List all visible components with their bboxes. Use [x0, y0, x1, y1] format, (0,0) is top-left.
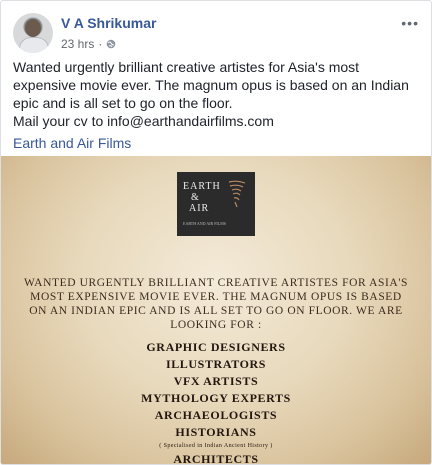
role-item: VFX artists — [173, 374, 259, 388]
post-contact: Mail your cv to info@earthandairfilms.co… — [13, 113, 274, 129]
post-meta: 23 hrs · — [61, 37, 116, 51]
globe-icon[interactable] — [106, 39, 116, 49]
avatar-face — [25, 19, 41, 37]
poster-roles-list: Graphic designers Illustrators VFX artis… — [21, 339, 411, 465]
logo-subtitle: EARTH AND AIR FILMS — [183, 221, 226, 226]
role-item: Graphic designers — [146, 340, 286, 354]
role-item: Historians — [175, 425, 257, 439]
author-name[interactable]: V A Shrikumar — [61, 15, 156, 31]
logo-line-1: EARTH — [183, 181, 221, 192]
role-item: Illustrators — [165, 357, 267, 371]
post-header: V A Shrikumar 23 hrs · ••• — [1, 1, 431, 53]
more-options-icon[interactable]: ••• — [401, 15, 419, 31]
page-link[interactable]: Earth and Air Films — [13, 135, 131, 151]
meta-separator: · — [98, 37, 103, 51]
logo-line-3: AIR — [189, 203, 210, 214]
post-time[interactable]: 23 hrs — [61, 37, 94, 51]
role-item: Mythology experts — [141, 391, 291, 405]
avatar-shirt — [19, 37, 49, 53]
role-item: Archaeologists — [154, 408, 278, 422]
earth-and-air-logo: EARTH & AIR EARTH AND AIR FILMS — [177, 172, 255, 236]
avatar[interactable] — [13, 13, 53, 53]
post-image[interactable]: EARTH & AIR EARTH AND AIR FILMS Wanted u… — [1, 156, 431, 465]
historians-note: ( Specialised in Indian Ancient History … — [159, 443, 273, 449]
role-item: Architects — [173, 452, 259, 465]
post-text: Wanted urgently brilliant creative artis… — [13, 58, 423, 152]
facebook-post-card: V A Shrikumar 23 hrs · ••• Wanted urgent… — [0, 0, 432, 465]
logo-line-2: & — [191, 192, 199, 203]
swirl-icon — [228, 180, 246, 208]
post-paragraph: Wanted urgently brilliant creative artis… — [13, 59, 409, 111]
poster-body-text: Wanted urgently brilliant creative artis… — [23, 277, 409, 331]
